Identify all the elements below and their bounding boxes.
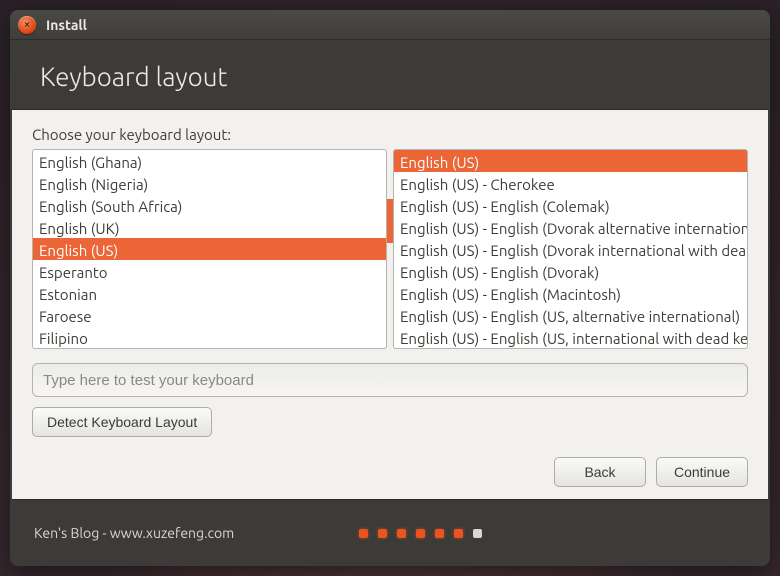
step-dot — [454, 529, 463, 538]
step-dot — [397, 529, 406, 538]
language-list[interactable]: English (Ghana)English (Nigeria)English … — [32, 149, 387, 349]
continue-button[interactable]: Continue — [656, 457, 748, 487]
language-list-item[interactable]: English (UK) — [33, 216, 386, 238]
language-list-item[interactable]: Faroese — [33, 304, 386, 326]
step-dot — [416, 529, 425, 538]
variant-list-item[interactable]: English (US) - English (Dvorak) — [394, 260, 747, 282]
nav-buttons: Back Continue — [32, 439, 748, 487]
variant-list-item[interactable]: English (US) - English (Colemak) — [394, 194, 747, 216]
close-button[interactable]: × — [18, 16, 36, 34]
step-dot — [473, 529, 482, 538]
variant-list-item[interactable]: English (US) — [394, 150, 747, 172]
installer-window: × Install Keyboard layout Choose your ke… — [10, 10, 770, 566]
footer: Ken's Blog - www.xuzefeng.com — [10, 500, 770, 566]
language-list-item[interactable]: Esperanto — [33, 260, 386, 282]
detect-keyboard-button[interactable]: Detect Keyboard Layout — [32, 407, 212, 437]
choose-label: Choose your keyboard layout: — [32, 126, 748, 143]
language-list-item[interactable]: English (US) — [33, 238, 386, 260]
content-area: Choose your keyboard layout: English (Gh… — [12, 109, 768, 500]
language-list-item[interactable]: Estonian — [33, 282, 386, 304]
language-list-item[interactable]: Filipino — [33, 326, 386, 348]
variant-list-item[interactable]: English (US) - English (US, internationa… — [394, 326, 747, 348]
layout-lists: English (Ghana)English (Nigeria)English … — [32, 149, 748, 349]
page-title: Keyboard layout — [10, 40, 770, 109]
step-dot — [378, 529, 387, 538]
variant-list-item[interactable]: English (US) - English (US, alternative … — [394, 304, 747, 326]
language-list-item[interactable]: English (Ghana) — [33, 150, 386, 172]
step-dot — [359, 529, 368, 538]
scroll-marker — [387, 199, 393, 243]
step-dot — [435, 529, 444, 538]
variant-list-item[interactable]: English (US) - English (Macintosh) — [394, 282, 747, 304]
close-icon: × — [24, 19, 31, 31]
variant-list-item[interactable]: English (US) - Cherokee — [394, 172, 747, 194]
window-title: Install — [46, 17, 87, 33]
variant-list-item[interactable]: English (US) - English (Dvorak internati… — [394, 238, 747, 260]
step-dots — [94, 529, 746, 538]
variant-list-item[interactable]: English (US) - English (Dvorak alternati… — [394, 216, 747, 238]
titlebar: × Install — [10, 10, 770, 40]
back-button[interactable]: Back — [554, 457, 646, 487]
variant-list[interactable]: English (US)English (US) - CherokeeEngli… — [393, 149, 748, 349]
language-list-item[interactable]: English (South Africa) — [33, 194, 386, 216]
language-list-item[interactable]: English (Nigeria) — [33, 172, 386, 194]
keyboard-test-input[interactable] — [32, 363, 748, 397]
